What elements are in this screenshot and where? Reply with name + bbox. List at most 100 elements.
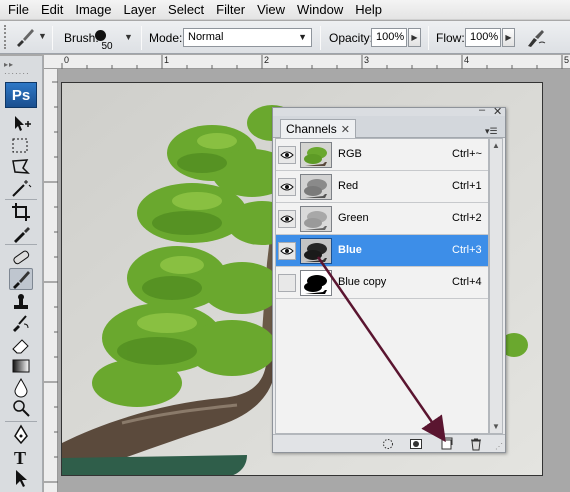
path-selection-tool-icon[interactable] xyxy=(9,467,33,489)
panel-scrollbar[interactable]: ▲ ▼ xyxy=(489,138,503,434)
channel-row-green[interactable]: Green Ctrl+2 xyxy=(276,203,488,235)
channel-thumbnail xyxy=(300,174,332,200)
marquee-tool-icon[interactable] xyxy=(9,135,33,157)
options-bar-grip[interactable] xyxy=(4,25,8,49)
toolbox-separator xyxy=(5,199,37,200)
menu-filter[interactable]: Filter xyxy=(210,0,251,20)
channel-thumbnail xyxy=(300,142,332,168)
load-channel-as-selection-icon[interactable] xyxy=(381,437,395,451)
visibility-toggle[interactable] xyxy=(278,242,296,260)
channel-row-blue[interactable]: Blue Ctrl+3 xyxy=(276,235,488,267)
blur-tool-icon[interactable] xyxy=(9,376,33,398)
toolbox-separator xyxy=(5,244,37,245)
new-channel-icon[interactable] xyxy=(440,437,454,451)
separator xyxy=(320,26,321,50)
delete-channel-icon[interactable] xyxy=(469,437,483,451)
options-bar: ▼ Brush: 50 ▼ Mode: Normal ▼ Opacity: 10… xyxy=(0,21,570,54)
gradient-tool-icon[interactable] xyxy=(9,355,33,377)
brush-tool-icon[interactable] xyxy=(9,268,33,290)
channel-row-blue-copy[interactable]: Blue copy Ctrl+4 xyxy=(276,267,488,299)
opacity-slider-button[interactable]: ▶ xyxy=(408,28,421,47)
menu-image[interactable]: Image xyxy=(69,0,117,20)
channel-name: RGB xyxy=(338,148,362,160)
history-brush-tool-icon[interactable] xyxy=(9,312,33,334)
flow-input[interactable]: 100% xyxy=(465,28,501,47)
eyedropper-tool-icon[interactable] xyxy=(9,222,33,244)
lasso-tool-icon[interactable] xyxy=(9,156,33,178)
ruler-mark: 2 xyxy=(264,55,270,65)
chevron-down-icon: ▼ xyxy=(298,32,307,42)
vertical-ruler xyxy=(44,69,58,492)
channel-row-red[interactable]: Red Ctrl+1 xyxy=(276,171,488,203)
panel-header[interactable] xyxy=(273,108,505,116)
menu-edit[interactable]: Edit xyxy=(35,0,69,20)
eye-icon xyxy=(280,215,294,223)
mode-value: Normal xyxy=(188,31,224,43)
channel-shortcut: Ctrl+2 xyxy=(452,212,482,224)
dodge-tool-icon[interactable] xyxy=(9,397,33,419)
eraser-tool-icon[interactable] xyxy=(9,334,33,356)
panel-menu-icon[interactable]: ▾☰ xyxy=(485,126,498,137)
magic-wand-tool-icon[interactable] xyxy=(9,177,33,199)
eye-icon xyxy=(280,183,294,191)
channel-name: Blue copy xyxy=(338,276,387,288)
minimize-icon[interactable]: – xyxy=(479,104,485,116)
menu-view[interactable]: View xyxy=(251,0,291,20)
type-tool-icon[interactable]: T xyxy=(9,446,33,468)
opacity-value: 100% xyxy=(376,31,405,43)
opacity-input[interactable]: 100% xyxy=(371,28,407,47)
photoshop-window: File Edit Image Layer Select Filter View… xyxy=(0,0,570,492)
channel-thumbnail xyxy=(300,238,332,264)
visibility-toggle[interactable] xyxy=(278,178,296,196)
channel-shortcut: Ctrl+~ xyxy=(452,148,482,160)
panel-footer xyxy=(273,434,505,452)
panel-resize-grip[interactable]: ⋰ xyxy=(495,442,503,451)
pen-tool-icon[interactable] xyxy=(9,424,33,446)
channel-list: RGB Ctrl+~ Red Ctrl+1 Green Ctrl+2 Blue … xyxy=(275,138,489,434)
healing-brush-tool-icon[interactable] xyxy=(9,246,33,268)
menu-select[interactable]: Select xyxy=(162,0,210,20)
tab-channels[interactable]: Channels ✕ xyxy=(280,119,356,139)
ruler-mark: 1 xyxy=(164,55,170,65)
menu-bar: File Edit Image Layer Select Filter View… xyxy=(0,0,570,20)
brush-tool-preset-icon[interactable] xyxy=(14,26,36,48)
ps-logo: Ps xyxy=(5,82,37,108)
eye-icon xyxy=(280,247,294,255)
toolbox: ▸▸ ······· Ps T xyxy=(0,56,43,492)
flow-slider-button[interactable]: ▶ xyxy=(502,28,515,47)
airbrush-icon[interactable] xyxy=(524,26,548,50)
ruler-mark: 3 xyxy=(364,55,370,65)
channel-name: Blue xyxy=(338,244,362,256)
channel-row-rgb[interactable]: RGB Ctrl+~ xyxy=(276,139,488,171)
tool-preset-dropdown-icon[interactable]: ▼ xyxy=(38,31,47,41)
menu-layer[interactable]: Layer xyxy=(118,0,163,20)
move-tool-icon[interactable] xyxy=(9,113,33,135)
separator xyxy=(141,26,142,50)
brush-picker-dropdown-icon[interactable]: ▼ xyxy=(124,32,133,42)
visibility-toggle[interactable] xyxy=(278,274,296,292)
tab-close-icon[interactable]: ✕ xyxy=(341,124,350,136)
brush-preview[interactable] xyxy=(95,30,106,41)
menu-file[interactable]: File xyxy=(0,0,35,20)
channel-thumbnail xyxy=(300,270,332,296)
save-selection-as-channel-icon[interactable] xyxy=(409,437,423,451)
visibility-toggle[interactable] xyxy=(278,146,296,164)
channel-shortcut: Ctrl+1 xyxy=(452,180,482,192)
ruler-mark: 0 xyxy=(64,55,70,65)
svg-text:T: T xyxy=(14,448,26,468)
mode-select[interactable]: Normal ▼ xyxy=(183,28,312,47)
eye-icon xyxy=(280,151,294,159)
scroll-up-icon[interactable]: ▲ xyxy=(492,141,500,150)
visibility-toggle[interactable] xyxy=(278,210,296,228)
menu-help[interactable]: Help xyxy=(349,0,388,20)
channel-name: Green xyxy=(338,212,369,224)
crop-tool-icon[interactable] xyxy=(9,201,33,223)
channel-shortcut: Ctrl+3 xyxy=(452,244,482,256)
scroll-down-icon[interactable]: ▼ xyxy=(492,422,500,431)
toolbox-grip[interactable]: ▸▸ ······· xyxy=(4,60,39,78)
ruler-mark: 4 xyxy=(464,55,470,65)
flow-label: Flow: xyxy=(436,31,465,45)
brush-size: 50 xyxy=(101,41,113,52)
clone-stamp-tool-icon[interactable] xyxy=(9,291,33,313)
menu-window[interactable]: Window xyxy=(291,0,349,20)
